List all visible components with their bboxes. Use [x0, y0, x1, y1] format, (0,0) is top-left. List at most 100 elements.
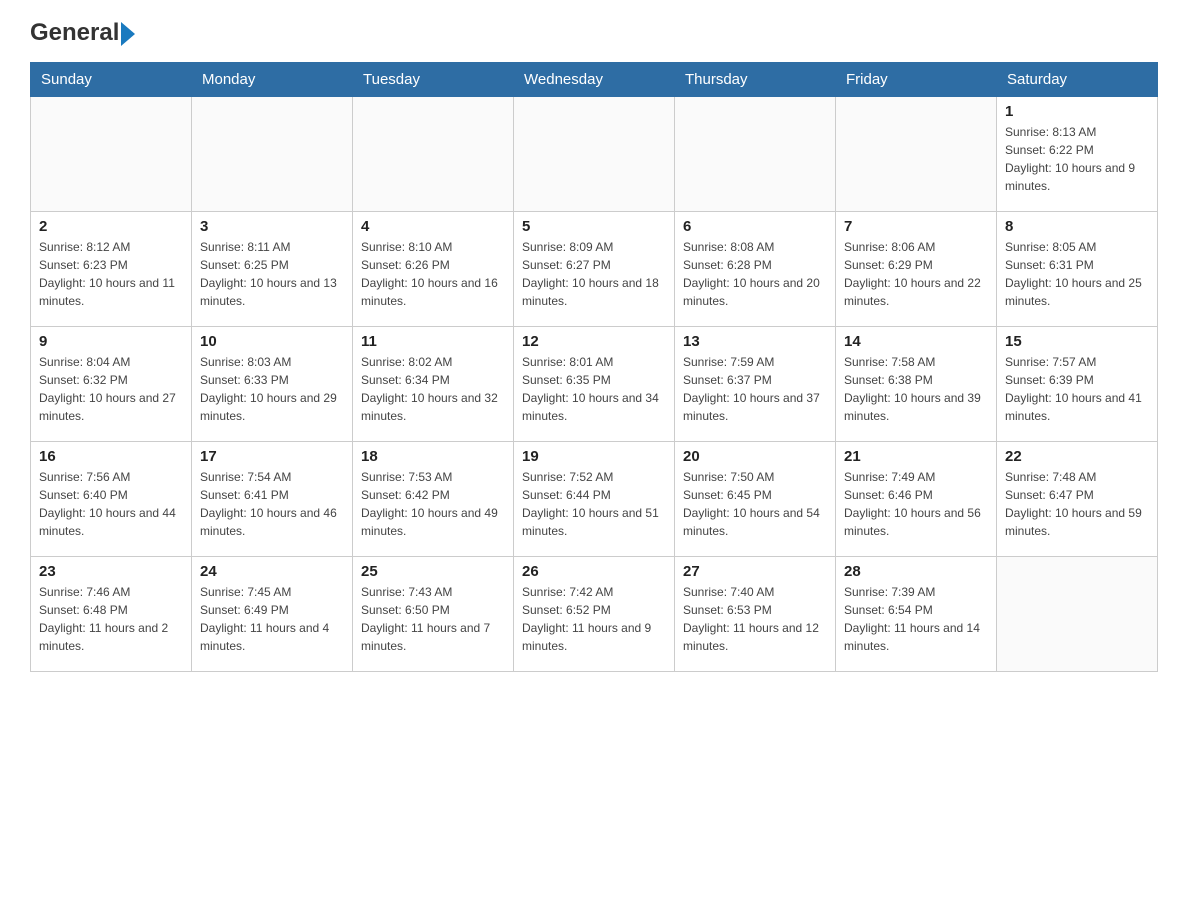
calendar-cell: 4 Sunrise: 8:10 AMSunset: 6:26 PMDaylight… [353, 212, 514, 327]
day-info: Sunrise: 7:53 AMSunset: 6:42 PMDaylight:… [361, 468, 505, 540]
calendar-week-row: 2 Sunrise: 8:12 AMSunset: 6:23 PMDaylight… [31, 212, 1158, 327]
calendar-cell: 12 Sunrise: 8:01 AMSunset: 6:35 PMDayligh… [514, 327, 675, 442]
calendar-week-row: 9 Sunrise: 8:04 AMSunset: 6:32 PMDaylight… [31, 327, 1158, 442]
day-of-week-header: Wednesday [514, 63, 675, 97]
day-info: Sunrise: 7:48 AMSunset: 6:47 PMDaylight:… [1005, 468, 1149, 540]
day-info: Sunrise: 8:13 AMSunset: 6:22 PMDaylight:… [1005, 123, 1149, 195]
calendar-cell: 24Sunrise: 7:45 AMSunset: 6:49 PMDayligh… [192, 557, 353, 672]
day-number: 9 [39, 333, 183, 350]
day-number: 16 [39, 448, 183, 465]
day-info: Sunrise: 8:10 AMSunset: 6:26 PMDaylight:… [361, 238, 505, 310]
logo-arrow-icon [121, 22, 135, 46]
calendar-cell [31, 97, 192, 212]
day-of-week-header: Sunday [31, 63, 192, 97]
calendar-cell [192, 97, 353, 212]
calendar-cell: 2 Sunrise: 8:12 AMSunset: 6:23 PMDaylight… [31, 212, 192, 327]
day-info: Sunrise: 8:08 AMSunset: 6:28 PMDaylight:… [683, 238, 827, 310]
calendar-cell: 22 Sunrise: 7:48 AMSunset: 6:47 PMDayligh… [997, 442, 1158, 557]
calendar-week-row: 1 Sunrise: 8:13 AMSunset: 6:22 PMDaylight… [31, 97, 1158, 212]
day-info: Sunrise: 7:39 AMSunset: 6:54 PMDaylight:… [844, 583, 988, 655]
calendar-cell: 21 Sunrise: 7:49 AMSunset: 6:46 PMDayligh… [836, 442, 997, 557]
day-number: 23 [39, 563, 183, 580]
calendar-cell: 7 Sunrise: 8:06 AMSunset: 6:29 PMDaylight… [836, 212, 997, 327]
day-number: 27 [683, 563, 827, 580]
day-number: 12 [522, 333, 666, 350]
day-number: 1 [1005, 103, 1149, 120]
calendar-cell: 25Sunrise: 7:43 AMSunset: 6:50 PMDayligh… [353, 557, 514, 672]
day-info: Sunrise: 8:03 AMSunset: 6:33 PMDaylight:… [200, 353, 344, 425]
calendar-cell: 28 Sunrise: 7:39 AMSunset: 6:54 PMDayligh… [836, 557, 997, 672]
day-number: 20 [683, 448, 827, 465]
day-number: 3 [200, 218, 344, 235]
calendar-cell: 15 Sunrise: 7:57 AMSunset: 6:39 PMDayligh… [997, 327, 1158, 442]
day-info: Sunrise: 7:49 AMSunset: 6:46 PMDaylight:… [844, 468, 988, 540]
day-number: 14 [844, 333, 988, 350]
calendar-cell: 5 Sunrise: 8:09 AMSunset: 6:27 PMDaylight… [514, 212, 675, 327]
calendar-cell: 14 Sunrise: 7:58 AMSunset: 6:38 PMDayligh… [836, 327, 997, 442]
day-info: Sunrise: 7:42 AMSunset: 6:52 PMDaylight:… [522, 583, 666, 655]
day-of-week-header: Saturday [997, 63, 1158, 97]
calendar-cell [997, 557, 1158, 672]
calendar-cell: 17 Sunrise: 7:54 AMSunset: 6:41 PMDayligh… [192, 442, 353, 557]
day-number: 19 [522, 448, 666, 465]
day-info: Sunrise: 7:59 AMSunset: 6:37 PMDaylight:… [683, 353, 827, 425]
logo-line1: General [30, 20, 135, 46]
day-number: 11 [361, 333, 505, 350]
calendar-cell: 9 Sunrise: 8:04 AMSunset: 6:32 PMDaylight… [31, 327, 192, 442]
day-number: 8 [1005, 218, 1149, 235]
day-info: Sunrise: 7:57 AMSunset: 6:39 PMDaylight:… [1005, 353, 1149, 425]
day-info: Sunrise: 8:02 AMSunset: 6:34 PMDaylight:… [361, 353, 505, 425]
calendar-header-row: SundayMondayTuesdayWednesdayThursdayFrid… [31, 63, 1158, 97]
day-info: Sunrise: 7:58 AMSunset: 6:38 PMDaylight:… [844, 353, 988, 425]
day-number: 17 [200, 448, 344, 465]
page-header: General [30, 20, 1158, 46]
day-info: Sunrise: 8:12 AMSunset: 6:23 PMDaylight:… [39, 238, 183, 310]
day-info: Sunrise: 7:54 AMSunset: 6:41 PMDaylight:… [200, 468, 344, 540]
calendar-table: SundayMondayTuesdayWednesdayThursdayFrid… [30, 62, 1158, 672]
day-number: 10 [200, 333, 344, 350]
day-info: Sunrise: 8:06 AMSunset: 6:29 PMDaylight:… [844, 238, 988, 310]
day-number: 21 [844, 448, 988, 465]
day-number: 28 [844, 563, 988, 580]
calendar-cell: 27 Sunrise: 7:40 AMSunset: 6:53 PMDayligh… [675, 557, 836, 672]
calendar-cell: 6 Sunrise: 8:08 AMSunset: 6:28 PMDaylight… [675, 212, 836, 327]
calendar-cell: 10 Sunrise: 8:03 AMSunset: 6:33 PMDayligh… [192, 327, 353, 442]
day-info: Sunrise: 8:09 AMSunset: 6:27 PMDaylight:… [522, 238, 666, 310]
calendar-cell: 18 Sunrise: 7:53 AMSunset: 6:42 PMDayligh… [353, 442, 514, 557]
day-of-week-header: Friday [836, 63, 997, 97]
calendar-cell: 26 Sunrise: 7:42 AMSunset: 6:52 PMDayligh… [514, 557, 675, 672]
day-info: Sunrise: 8:04 AMSunset: 6:32 PMDaylight:… [39, 353, 183, 425]
calendar-cell: 3 Sunrise: 8:11 AMSunset: 6:25 PMDaylight… [192, 212, 353, 327]
day-info: Sunrise: 8:01 AMSunset: 6:35 PMDaylight:… [522, 353, 666, 425]
day-info: Sunrise: 7:40 AMSunset: 6:53 PMDaylight:… [683, 583, 827, 655]
calendar-cell [675, 97, 836, 212]
day-number: 26 [522, 563, 666, 580]
day-number: 5 [522, 218, 666, 235]
day-info: Sunrise: 7:56 AMSunset: 6:40 PMDaylight:… [39, 468, 183, 540]
day-info: Sunrise: 7:43 AMSunset: 6:50 PMDaylight:… [361, 583, 505, 655]
calendar-cell: 1 Sunrise: 8:13 AMSunset: 6:22 PMDaylight… [997, 97, 1158, 212]
day-number: 24 [200, 563, 344, 580]
logo: General [30, 20, 135, 46]
day-number: 4 [361, 218, 505, 235]
calendar-cell: 16 Sunrise: 7:56 AMSunset: 6:40 PMDayligh… [31, 442, 192, 557]
day-number: 22 [1005, 448, 1149, 465]
calendar-cell: 19 Sunrise: 7:52 AMSunset: 6:44 PMDayligh… [514, 442, 675, 557]
day-number: 13 [683, 333, 827, 350]
day-number: 15 [1005, 333, 1149, 350]
calendar-week-row: 23 Sunrise: 7:46 AMSunset: 6:48 PMDayligh… [31, 557, 1158, 672]
calendar-cell: 13 Sunrise: 7:59 AMSunset: 6:37 PMDayligh… [675, 327, 836, 442]
calendar-cell: 23 Sunrise: 7:46 AMSunset: 6:48 PMDayligh… [31, 557, 192, 672]
calendar-cell: 8 Sunrise: 8:05 AMSunset: 6:31 PMDaylight… [997, 212, 1158, 327]
day-number: 7 [844, 218, 988, 235]
calendar-cell [353, 97, 514, 212]
day-of-week-header: Tuesday [353, 63, 514, 97]
day-info: Sunrise: 8:11 AMSunset: 6:25 PMDaylight:… [200, 238, 344, 310]
day-number: 6 [683, 218, 827, 235]
day-info: Sunrise: 7:46 AMSunset: 6:48 PMDaylight:… [39, 583, 183, 655]
calendar-cell: 20Sunrise: 7:50 AMSunset: 6:45 PMDayligh… [675, 442, 836, 557]
day-info: Sunrise: 8:05 AMSunset: 6:31 PMDaylight:… [1005, 238, 1149, 310]
day-info: Sunrise: 7:52 AMSunset: 6:44 PMDaylight:… [522, 468, 666, 540]
day-number: 2 [39, 218, 183, 235]
day-number: 18 [361, 448, 505, 465]
